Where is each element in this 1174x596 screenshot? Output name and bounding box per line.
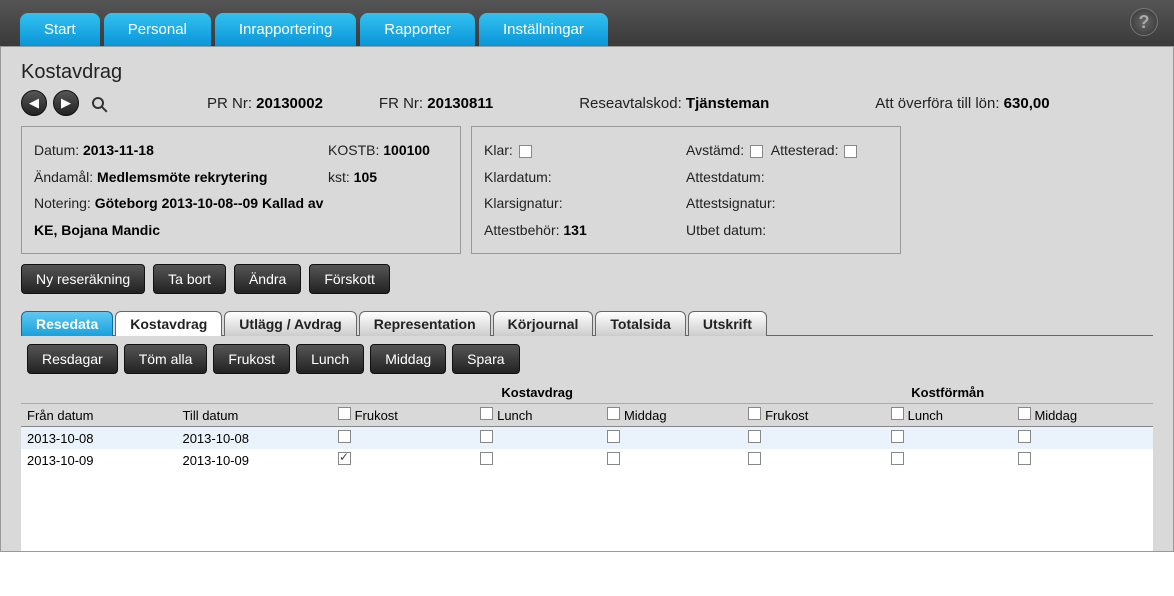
top-tab-installningar[interactable]: Inställningar <box>479 13 608 46</box>
meals-grid: Kostavdrag Kostförmån Från datum Till da… <box>21 382 1153 471</box>
sub-tab-bar: Resedata Kostavdrag Utlägg / Avdrag Repr… <box>21 310 1153 336</box>
prev-record-button[interactable]: ◀ <box>21 90 47 116</box>
cell-to-date: 2013-10-09 <box>176 449 331 471</box>
cell-checkbox[interactable] <box>885 427 1012 450</box>
cell-to-date: 2013-10-08 <box>176 427 331 450</box>
new-report-button[interactable]: Ny reseräkning <box>21 264 145 294</box>
resdagar-button[interactable]: Resdagar <box>27 344 118 374</box>
group-header-kostavdrag: Kostavdrag <box>332 382 743 404</box>
cell-from-date: 2013-10-09 <box>21 449 176 471</box>
col-kf-middag[interactable]: Middag <box>1012 404 1153 427</box>
next-record-button[interactable]: ▶ <box>53 90 79 116</box>
grid-action-buttons: Resdagar Töm alla Frukost Lunch Middag S… <box>21 336 1153 382</box>
col-ka-lunch[interactable]: Lunch <box>474 404 601 427</box>
status-panel: Klar: Avstämd: Attesterad: Klardatum: At… <box>471 126 901 254</box>
table-row: 2013-10-082013-10-08 <box>21 427 1153 450</box>
cell-checkbox[interactable] <box>742 449 885 471</box>
tab-utlagg-avdrag[interactable]: Utlägg / Avdrag <box>224 311 356 336</box>
cell-from-date: 2013-10-08 <box>21 427 176 450</box>
page-title: Kostavdrag <box>21 61 1153 84</box>
top-tab-start[interactable]: Start <box>20 13 100 46</box>
delete-button[interactable]: Ta bort <box>153 264 226 294</box>
pr-number: PR Nr: 20130002 <box>207 95 323 112</box>
tab-utskrift[interactable]: Utskrift <box>688 311 767 336</box>
tab-totalsida[interactable]: Totalsida <box>595 311 685 336</box>
trip-details-panel: Datum: 2013-11-18 Ändamål: Medlemsmöte r… <box>21 126 461 254</box>
middag-button[interactable]: Middag <box>370 344 446 374</box>
transfer-to-salary: Att överföra till lön: 630,00 <box>875 95 1049 112</box>
advance-button[interactable]: Förskott <box>309 264 390 294</box>
col-ka-middag[interactable]: Middag <box>601 404 742 427</box>
top-tab-personal[interactable]: Personal <box>104 13 211 46</box>
spara-button[interactable]: Spara <box>452 344 519 374</box>
klar-checkbox[interactable] <box>519 145 532 158</box>
col-kf-frukost[interactable]: Frukost <box>742 404 885 427</box>
col-to-date: Till datum <box>176 404 331 427</box>
cell-checkbox[interactable] <box>332 427 475 450</box>
cell-checkbox[interactable] <box>332 449 475 471</box>
cell-checkbox[interactable] <box>474 449 601 471</box>
info-panels: Datum: 2013-11-18 Ändamål: Medlemsmöte r… <box>21 126 1153 254</box>
col-from-date: Från datum <box>21 404 176 427</box>
tab-representation[interactable]: Representation <box>359 311 491 336</box>
tab-korjournal[interactable]: Körjournal <box>493 311 594 336</box>
lunch-button[interactable]: Lunch <box>296 344 364 374</box>
col-ka-frukost[interactable]: Frukost <box>332 404 475 427</box>
fr-number: FR Nr: 20130811 <box>379 95 493 112</box>
cell-checkbox[interactable] <box>601 427 742 450</box>
cell-checkbox[interactable] <box>1012 427 1153 450</box>
col-kf-lunch[interactable]: Lunch <box>885 404 1012 427</box>
top-nav-bar: Start Personal Inrapportering Rapporter … <box>0 0 1174 46</box>
cell-checkbox[interactable] <box>474 427 601 450</box>
attesterad-checkbox[interactable] <box>844 145 857 158</box>
record-action-buttons: Ny reseräkning Ta bort Ändra Förskott <box>21 264 1153 294</box>
group-header-kostforman: Kostförmån <box>742 382 1153 404</box>
top-tab-inrapportering[interactable]: Inrapportering <box>215 13 356 46</box>
reseavtalskod: Reseavtalskod: Tjänsteman <box>579 95 769 112</box>
cell-checkbox[interactable] <box>601 449 742 471</box>
cell-checkbox[interactable] <box>742 427 885 450</box>
record-nav-row: ◀ ▶ PR Nr: 20130002 FR Nr: 20130811 Rese… <box>21 90 1153 116</box>
tom-alla-button[interactable]: Töm alla <box>124 344 208 374</box>
frukost-button[interactable]: Frukost <box>213 344 290 374</box>
top-tab-rapporter[interactable]: Rapporter <box>360 13 475 46</box>
group-header-blank <box>21 382 332 404</box>
table-row: 2013-10-092013-10-09 <box>21 449 1153 471</box>
help-icon[interactable]: ? <box>1130 8 1158 36</box>
cell-checkbox[interactable] <box>885 449 1012 471</box>
tab-resedata[interactable]: Resedata <box>21 311 113 336</box>
tab-kostavdrag[interactable]: Kostavdrag <box>115 311 222 336</box>
edit-button[interactable]: Ändra <box>234 264 301 294</box>
content-area: Kostavdrag ◀ ▶ PR Nr: 20130002 FR Nr: 20… <box>0 46 1174 552</box>
search-icon[interactable] <box>85 90 111 116</box>
avstamd-checkbox[interactable] <box>750 145 763 158</box>
cell-checkbox[interactable] <box>1012 449 1153 471</box>
